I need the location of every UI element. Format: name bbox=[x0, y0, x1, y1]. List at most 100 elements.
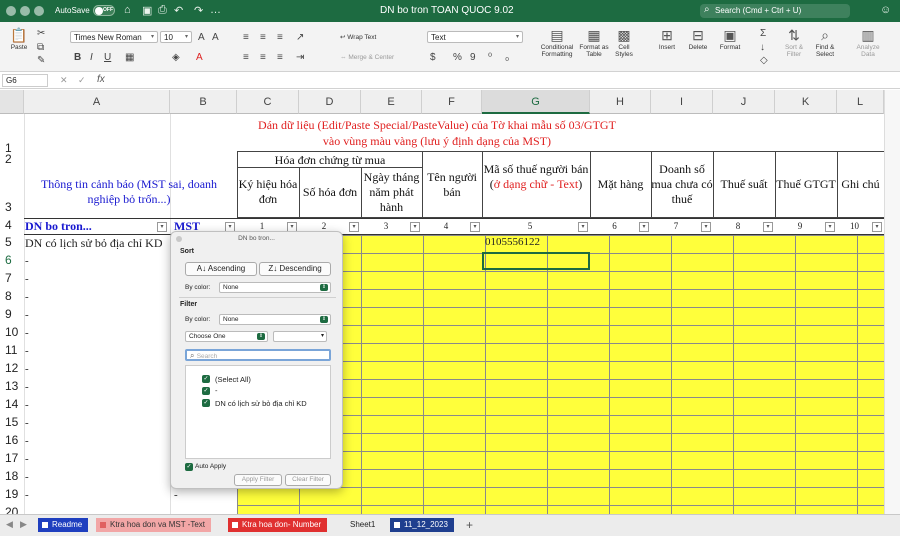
align-right-icon[interactable]: ≡ bbox=[277, 52, 283, 63]
sort-filter-button[interactable]: ⇅ Sort & Filter bbox=[780, 26, 808, 58]
filter-dropdown-a[interactable]: ▾ bbox=[157, 222, 167, 232]
decrease-decimal-icon[interactable]: ₀ bbox=[505, 52, 509, 63]
filter-by-color-select[interactable]: None ⇕ bbox=[219, 314, 331, 325]
tab-11-12-2023[interactable]: 11_12_2023 bbox=[390, 518, 454, 532]
cell-a6[interactable]: - bbox=[25, 255, 29, 267]
sort-descending-button[interactable]: Z↓ Descending bbox=[259, 262, 331, 276]
filter-dropdown-d[interactable]: ▾ bbox=[349, 222, 359, 232]
scroll-tabs-right-icon[interactable]: ▶ bbox=[20, 519, 27, 530]
checkbox-dash[interactable]: ✓ bbox=[202, 387, 210, 395]
filter-dropdown-k[interactable]: ▾ bbox=[825, 222, 835, 232]
condition-value-input[interactable]: ▾ bbox=[273, 331, 327, 342]
cell-a7[interactable]: - bbox=[25, 273, 29, 285]
row-header-2[interactable]: 2 bbox=[0, 152, 24, 167]
cell-a8[interactable]: - bbox=[25, 291, 29, 303]
indent-icon[interactable]: ⇥ bbox=[296, 52, 304, 63]
filter-dropdown-g[interactable]: ▾ bbox=[578, 222, 588, 232]
undo-icon[interactable]: ↶ bbox=[174, 4, 183, 17]
number-format-select[interactable]: Text ▾ bbox=[427, 31, 523, 43]
cancel-icon[interactable]: ✕ bbox=[60, 75, 68, 86]
orientation-icon[interactable]: ↗ bbox=[296, 32, 304, 43]
filter-dropdown-j[interactable]: ▾ bbox=[763, 222, 773, 232]
add-sheet-button[interactable]: + bbox=[466, 518, 473, 532]
find-select-button[interactable]: ⌕ Find & Select bbox=[810, 26, 840, 58]
filter-dropdown-l[interactable]: ▾ bbox=[872, 222, 882, 232]
row-header-3[interactable]: 3 bbox=[0, 200, 24, 218]
fill-icon[interactable]: ↓ bbox=[760, 42, 765, 53]
cut-icon[interactable]: ✂ bbox=[37, 28, 45, 39]
comma-style-button[interactable]: 9 bbox=[470, 52, 476, 63]
row-header-14[interactable]: 14 bbox=[0, 397, 24, 415]
font-color-icon[interactable]: A bbox=[196, 52, 203, 63]
row-header-5[interactable]: 5 bbox=[0, 235, 24, 253]
tab-sheet1[interactable]: Sheet1 bbox=[336, 518, 381, 532]
delete-button[interactable]: ⊟ Delete bbox=[684, 26, 712, 51]
row-header-18[interactable]: 18 bbox=[0, 469, 24, 487]
row-header-19[interactable]: 19 bbox=[0, 487, 24, 505]
cell-a17[interactable]: - bbox=[25, 453, 29, 465]
grow-font-icon[interactable]: A bbox=[198, 32, 205, 43]
merge-center-button[interactable]: ⇔ Merge & Center bbox=[340, 54, 394, 61]
filter-item-dn-co-lich-su[interactable]: DN có lịch sử bỏ địa chỉ KD bbox=[215, 399, 307, 408]
minimize-window-button[interactable] bbox=[20, 6, 30, 16]
filter-search-input[interactable]: ⌕ Search bbox=[185, 349, 331, 361]
name-box[interactable]: G6 bbox=[2, 74, 48, 87]
redo-icon[interactable]: ↷ bbox=[194, 4, 203, 17]
filter-dropdown-i[interactable]: ▾ bbox=[701, 222, 711, 232]
row-header-17[interactable]: 17 bbox=[0, 451, 24, 469]
clear-icon[interactable]: ◇ bbox=[760, 55, 768, 66]
column-header-g[interactable]: G bbox=[482, 90, 590, 114]
increase-decimal-icon[interactable]: ⁰ bbox=[488, 52, 492, 63]
row-header-4[interactable]: 4 bbox=[0, 218, 24, 235]
selected-cell-g6[interactable] bbox=[482, 252, 590, 270]
autosave-toggle[interactable]: OFF bbox=[93, 5, 115, 16]
sort-ascending-button[interactable]: A↓ Ascending bbox=[185, 262, 257, 276]
scroll-tabs-left-icon[interactable]: ◀ bbox=[6, 519, 13, 530]
paste-button[interactable]: 📋 Paste bbox=[5, 26, 33, 51]
row-header-9[interactable]: 9 bbox=[0, 307, 24, 325]
row-header-7[interactable]: 7 bbox=[0, 271, 24, 289]
autosum-icon[interactable]: Σ bbox=[760, 28, 766, 39]
confirm-icon[interactable]: ✓ bbox=[78, 75, 86, 86]
tab-readme[interactable]: Readme bbox=[38, 518, 89, 532]
shrink-font-icon[interactable]: A bbox=[212, 32, 219, 43]
wrap-text-button[interactable]: ↩ Wrap Text bbox=[340, 34, 376, 41]
zoom-window-button[interactable] bbox=[34, 6, 44, 16]
print-icon[interactable]: ⎙ bbox=[158, 4, 167, 17]
column-header-a[interactable]: A bbox=[24, 90, 170, 114]
cell-a19[interactable]: - bbox=[25, 489, 29, 501]
search-box[interactable]: ⌕ Search (Cmd + Ctrl + U) bbox=[700, 4, 850, 18]
column-header-d[interactable]: D bbox=[299, 90, 361, 114]
borders-icon[interactable]: ▦ bbox=[125, 52, 134, 63]
column-header-h[interactable]: H bbox=[590, 90, 651, 114]
tab-ktra-number[interactable]: Ktra hoa don- Number bbox=[228, 518, 328, 532]
column-header-j[interactable]: J bbox=[713, 90, 775, 114]
row-header-8[interactable]: 8 bbox=[0, 289, 24, 307]
clear-filter-button[interactable]: Clear Filter bbox=[285, 474, 331, 486]
percent-button[interactable]: % bbox=[453, 52, 462, 63]
select-all-corner[interactable] bbox=[0, 90, 24, 114]
row-header-16[interactable]: 16 bbox=[0, 433, 24, 451]
row-header-10[interactable]: 10 bbox=[0, 325, 24, 343]
cell-a12[interactable]: - bbox=[25, 363, 29, 375]
filter-item-select-all[interactable]: (Select All) bbox=[215, 375, 251, 384]
vertical-scrollbar[interactable] bbox=[884, 90, 900, 514]
align-bottom-icon[interactable]: ≡ bbox=[277, 32, 283, 43]
row-header-12[interactable]: 12 bbox=[0, 361, 24, 379]
cell-a16[interactable]: - bbox=[25, 435, 29, 447]
checkbox-dn-co-lich-su[interactable]: ✓ bbox=[202, 399, 210, 407]
cell-a15[interactable]: - bbox=[25, 417, 29, 429]
cell-a11[interactable]: - bbox=[25, 345, 29, 357]
align-left-icon[interactable]: ≡ bbox=[243, 52, 249, 63]
filter-item-dash[interactable]: - bbox=[215, 386, 218, 395]
cell-a10[interactable]: - bbox=[25, 327, 29, 339]
fill-color-icon[interactable]: ◈ bbox=[172, 52, 180, 63]
customize-icon[interactable]: … bbox=[210, 4, 221, 16]
format-as-table-button[interactable]: ▦ Format as Table bbox=[578, 26, 610, 58]
tab-ktra-text[interactable]: Ktra hoa don va MST -Text bbox=[96, 518, 212, 532]
column-header-l[interactable]: L bbox=[837, 90, 884, 114]
home-icon[interactable]: ⌂ bbox=[124, 4, 131, 16]
align-center-icon[interactable]: ≡ bbox=[260, 52, 266, 63]
row-header-13[interactable]: 13 bbox=[0, 379, 24, 397]
currency-icon[interactable]: $ bbox=[430, 52, 436, 63]
